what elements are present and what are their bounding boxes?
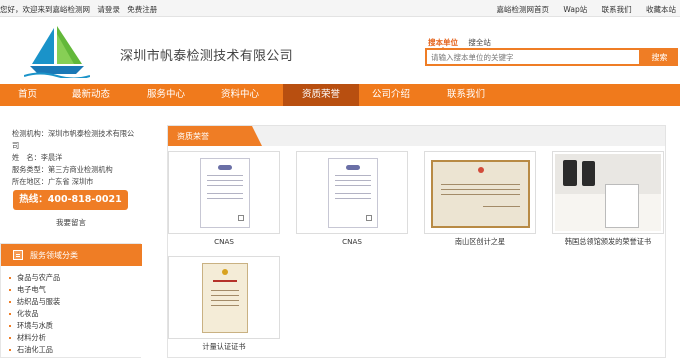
login-link[interactable]: 请登录 <box>97 5 120 14</box>
register-link[interactable]: 免费注册 <box>127 5 157 14</box>
certificate-thumb-metrology[interactable] <box>168 256 280 339</box>
nav-item-services[interactable]: 服务中心 <box>147 84 185 106</box>
nav-item-home[interactable]: 首页 <box>18 84 37 106</box>
info-name-value: 李晨洋 <box>40 153 63 162</box>
cert-line <box>211 290 239 291</box>
national-emblem-icon <box>222 269 228 275</box>
certificate-thumb-nanshan-award[interactable] <box>424 151 536 234</box>
service-item-electronics[interactable]: 电子电气 <box>9 284 60 296</box>
nav-item-qualifications[interactable]: 资质荣誉 <box>283 84 359 106</box>
cert-line <box>335 180 371 181</box>
wap-link[interactable]: Wap站 <box>563 5 587 14</box>
info-org-label: 检测机构： <box>12 129 48 138</box>
award-photo-image <box>555 154 661 231</box>
cert-line <box>207 185 243 186</box>
metrology-certificate-image <box>202 263 248 333</box>
bookmark-link[interactable]: 收藏本站 <box>646 5 676 14</box>
cert-line <box>441 194 520 195</box>
main-nav: 首页 最新动态 服务中心 资料中心 资质荣誉 公司介绍 联系我们 <box>0 84 680 106</box>
contact-link[interactable]: 联系我们 <box>602 5 632 14</box>
certificate-paper <box>605 184 639 228</box>
welcome-text: 您好，欢迎来到嘉峪检测网 <box>0 5 90 14</box>
service-item-materials[interactable]: 材料分析 <box>9 332 60 344</box>
cert-line <box>207 198 243 199</box>
search-tabs: 搜本单位 搜全站 <box>428 37 491 50</box>
service-item-petrochem[interactable]: 石油化工品 <box>9 344 60 356</box>
sailboat-logo-icon[interactable] <box>24 24 90 78</box>
service-item-food[interactable]: 食品与农产品 <box>9 272 60 284</box>
award-frame-image <box>431 160 530 228</box>
nav-item-about[interactable]: 公司介绍 <box>372 84 410 106</box>
service-category-list: 食品与农产品 电子电气 纺织品与服装 化妆品 环境与水质 材料分析 石油化工品 <box>9 272 60 356</box>
person-figure <box>563 160 577 186</box>
certificate-caption[interactable]: 韩国总领馆颁发的荣誉证书 <box>552 237 664 247</box>
certificate-caption[interactable]: CNAS <box>296 237 408 246</box>
certificate-image <box>200 158 250 228</box>
certificate-thumb-cnas-2[interactable] <box>296 151 408 234</box>
nav-item-resources[interactable]: 资料中心 <box>221 84 259 106</box>
search-input[interactable] <box>425 48 641 66</box>
info-name-row: 姓 名：李晨洋 <box>12 152 137 164</box>
leave-message-link[interactable]: 我要留言 <box>56 217 86 228</box>
seal-icon <box>238 215 244 221</box>
info-org-row: 检测机构：深圳市帆泰检测技术有限公司 <box>12 128 137 152</box>
cnas-logo-icon <box>218 165 232 170</box>
list-icon <box>13 250 23 260</box>
service-category-panel: 服务领域分类 食品与农产品 电子电气 纺织品与服装 化妆品 环境与水质 材料分析… <box>0 243 142 358</box>
hotline-badge: 热线：400-818-0021 <box>13 190 128 210</box>
cert-line <box>335 175 371 176</box>
cert-line <box>441 184 520 185</box>
person-figure <box>582 161 595 186</box>
home-link[interactable]: 嘉峪检测网首页 <box>497 5 550 14</box>
cert-line <box>207 175 243 176</box>
cert-line <box>335 198 371 199</box>
nav-item-news[interactable]: 最新动态 <box>72 84 110 106</box>
service-item-cosmetics[interactable]: 化妆品 <box>9 308 60 320</box>
certificate-thumb-korea-consulate[interactable] <box>552 151 664 234</box>
cert-line <box>211 300 239 301</box>
service-category-header: 服务领域分类 <box>1 244 142 266</box>
qualifications-header: 资质荣誉 <box>168 126 665 146</box>
certificate-caption[interactable]: 计量认证证书 <box>168 342 280 352</box>
certificate-thumb-cnas-1[interactable] <box>168 151 280 234</box>
company-info: 检测机构：深圳市帆泰检测技术有限公司 姓 名：李晨洋 服务类型：第三方商业检测机… <box>12 128 137 188</box>
info-name-label: 姓 名： <box>12 153 41 162</box>
emblem-icon <box>477 167 484 173</box>
info-type-row: 服务类型：第三方商业检测机构 <box>12 164 137 176</box>
info-region-value: 广东省 深圳市 <box>47 177 94 186</box>
cert-line <box>211 295 239 296</box>
certificate-caption[interactable]: CNAS <box>168 237 280 246</box>
info-region-row: 所在地区：广东省 深圳市 <box>12 176 137 188</box>
company-name: 深圳市帆泰检测技术有限公司 <box>120 49 293 64</box>
search-button[interactable]: 搜索 <box>641 48 678 66</box>
tab-search-site[interactable]: 搜全站 <box>468 38 491 47</box>
nav-item-contact[interactable]: 联系我们 <box>447 84 485 106</box>
certificate-caption[interactable]: 南山区创计之星 <box>424 237 536 247</box>
cert-line <box>335 193 371 194</box>
certificate-image <box>328 158 378 228</box>
cert-line <box>335 185 371 186</box>
cert-title-line <box>213 280 237 282</box>
cnas-logo-icon <box>346 165 360 170</box>
cert-line <box>207 180 243 181</box>
cert-line <box>207 193 243 194</box>
seal-icon <box>366 215 372 221</box>
service-category-title: 服务领域分类 <box>30 251 78 260</box>
info-type-value: 第三方商业检测机构 <box>47 165 113 174</box>
qualifications-panel: 资质荣誉 CNAS CNAS 南山区创计之星 韩国总领馆颁发的荣誉证书 计量认证… <box>167 125 666 358</box>
service-item-environment[interactable]: 环境与水质 <box>9 320 60 332</box>
cert-line <box>441 189 520 190</box>
tab-search-unit[interactable]: 搜本单位 <box>428 38 458 47</box>
service-item-textiles[interactable]: 纺织品与服装 <box>9 296 60 308</box>
info-region-label: 所在地区： <box>12 177 48 186</box>
top-bar: 您好，欢迎来到嘉峪检测网 请登录 免费注册 嘉峪检测网首页 Wap站 联系我们 … <box>0 0 680 17</box>
cert-line <box>483 206 520 207</box>
top-bar-right: 嘉峪检测网首页 Wap站 联系我们 收藏本站 <box>485 4 676 15</box>
cert-line <box>211 305 239 306</box>
top-bar-left: 您好，欢迎来到嘉峪检测网 请登录 免费注册 <box>0 4 162 15</box>
info-type-label: 服务类型： <box>12 165 48 174</box>
section-title: 资质荣誉 <box>177 132 209 141</box>
